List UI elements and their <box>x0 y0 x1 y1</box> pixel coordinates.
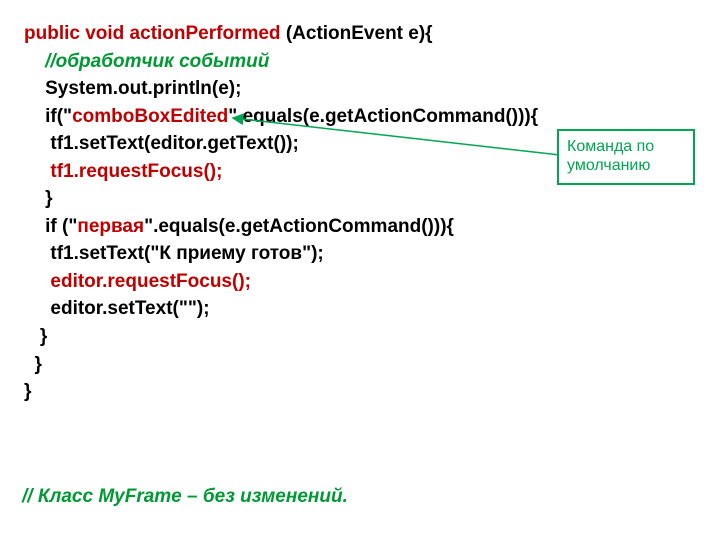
line-settext2: tf1.setText("К приему готов"); <box>24 243 324 264</box>
method-signature-params: (ActionEvent e){ <box>281 23 433 44</box>
line-settext1: tf1.setText(editor.getText()); <box>24 133 299 154</box>
callout-text: Команда по умолчанию <box>567 138 654 174</box>
line-if1-a: if(" <box>24 106 72 127</box>
callout-box: Команда по умолчанию <box>557 129 695 185</box>
line-brace4: } <box>24 381 31 402</box>
footer-comment: // Класс MyFrame – без изменений. <box>22 486 348 508</box>
method-signature-keywords: public void actionPerformed <box>24 23 281 44</box>
line-brace3: } <box>24 354 42 375</box>
string-comboBoxEdited: comboBoxEdited <box>72 106 228 127</box>
comment-handler: //обработчик событий <box>24 51 269 72</box>
line-requestfocus2: editor.requestFocus(); <box>24 271 251 292</box>
line-if2-c: ".equals(e.getActionCommand())){ <box>144 216 454 237</box>
code-block: public void actionPerformed (ActionEvent… <box>24 20 538 406</box>
line-if1-c: ".equals(e.getActionCommand())){ <box>228 106 538 127</box>
line-println: System.out.println(e); <box>24 78 241 99</box>
string-pervaya: первая <box>77 216 144 237</box>
line-requestfocus1: tf1.requestFocus(); <box>24 161 222 182</box>
line-if2-a: if (" <box>24 216 77 237</box>
line-settext3: editor.setText(""); <box>24 298 210 319</box>
line-brace2: } <box>24 326 47 347</box>
line-brace1: } <box>24 188 53 209</box>
